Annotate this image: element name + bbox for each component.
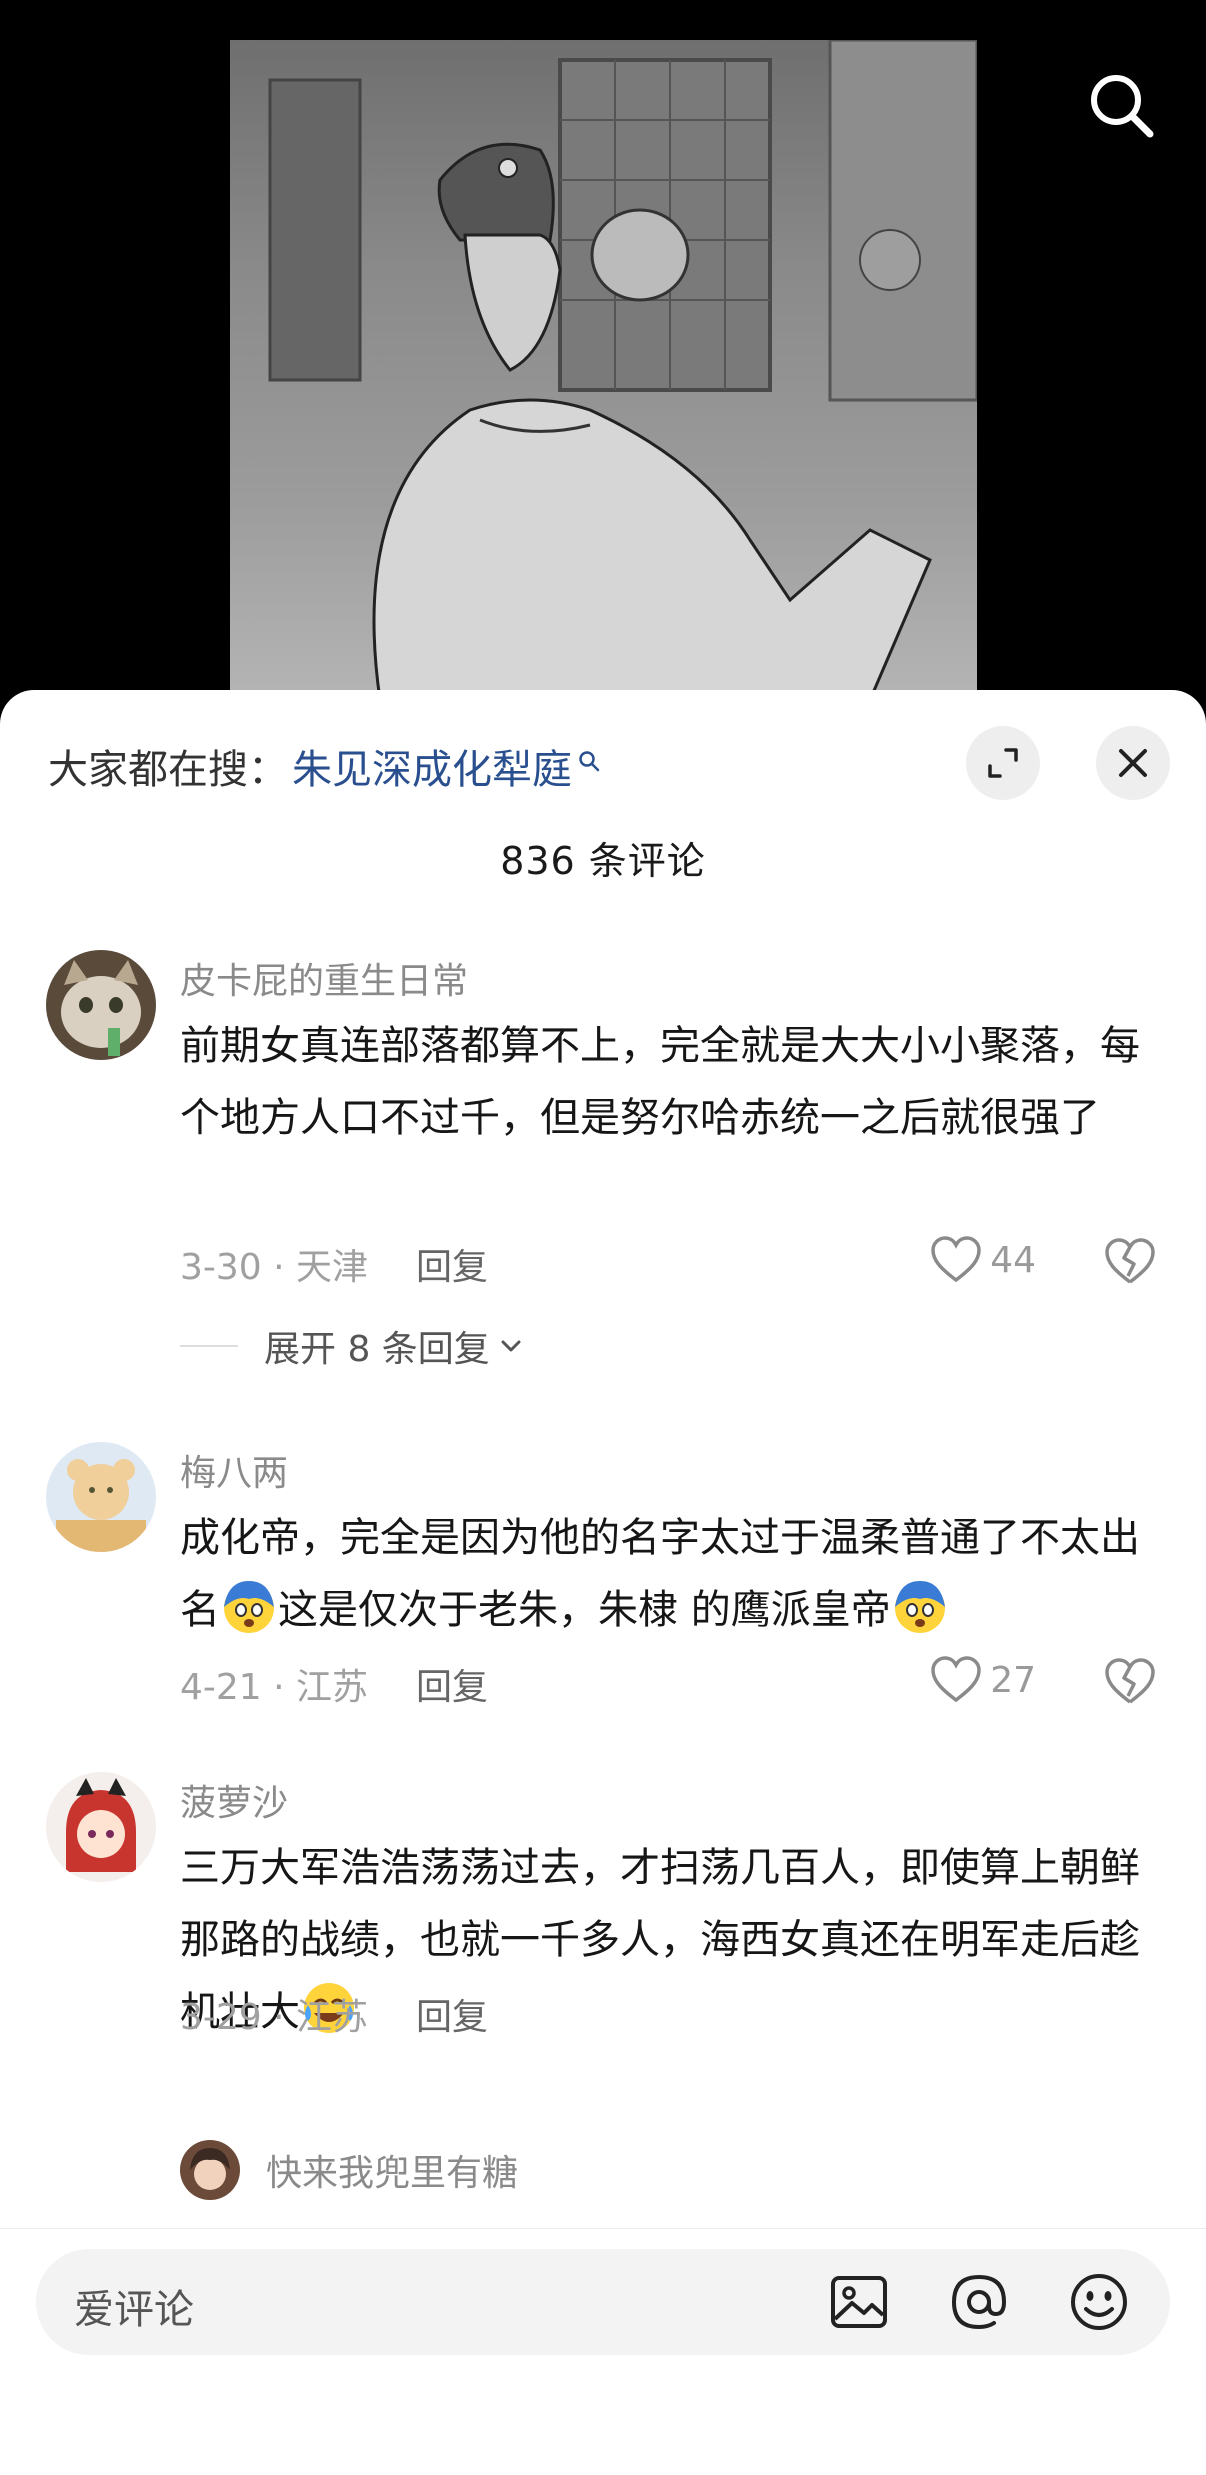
comment-meta: 3-29 · 江苏 回复 xyxy=(180,1988,488,2040)
broken-heart-icon[interactable] xyxy=(1104,1656,1156,1708)
trending-search-hint: 大家都在搜： 朱见深成化犁庭 xyxy=(48,738,600,794)
divider xyxy=(180,1345,238,1347)
reply-button[interactable]: 回复 xyxy=(416,1658,488,1710)
sub-reply-username[interactable]: 快来我兜里有糖 xyxy=(266,2144,518,2196)
video-player[interactable] xyxy=(0,0,1206,700)
comment-count: 836 条评论 xyxy=(500,839,706,883)
comment-input-placeholder: 爱评论 xyxy=(74,2287,194,2333)
chevron-down-icon xyxy=(501,1340,521,1352)
comment-text: 成化帝，完全是因为他的名字太过于温柔普通了不太出名 这是仅次于老朱，朱棣 的鹰派… xyxy=(180,1502,1160,1646)
comment-meta: 3-30 · 天津 回复 xyxy=(180,1238,488,1290)
close-button[interactable] xyxy=(1096,726,1170,800)
trending-search-keyword[interactable]: 朱见深成化犁庭 xyxy=(292,737,572,795)
comment-input[interactable]: 爱评论 xyxy=(36,2249,1170,2355)
video-frame-illustration xyxy=(230,40,977,700)
reply-button[interactable]: 回复 xyxy=(416,1238,488,1290)
expand-button[interactable] xyxy=(966,726,1040,800)
search-icon[interactable] xyxy=(1086,70,1158,142)
broken-heart-icon[interactable] xyxy=(1104,1236,1156,1288)
image-icon[interactable] xyxy=(826,2269,892,2335)
comment-text: 前期女真连部落都算不上，完全就是大大小小聚落，每个地方人口不过千，但是努尔哈赤统… xyxy=(180,1023,1140,1141)
expand-icon xyxy=(988,748,1018,778)
emoji-icon[interactable] xyxy=(1066,2269,1132,2335)
at-icon[interactable] xyxy=(946,2269,1012,2335)
comment-input-bar: 爱评论 xyxy=(0,2228,1206,2475)
comment-date-location: 3-30 · 天津 xyxy=(180,1247,369,1288)
comment-sheet: 大家都在搜： 朱见深成化犁庭 836 条评论 皮卡屁的重生日常 前期女真连部落都… xyxy=(0,690,1206,2475)
sub-reply-item: 快来我兜里有糖 xyxy=(180,2140,518,2200)
like-count: 44 xyxy=(990,1239,1036,1281)
scared-face-emoji-icon xyxy=(224,1581,274,1633)
avatar[interactable] xyxy=(46,950,156,1060)
like-count: 27 xyxy=(990,1659,1036,1701)
comment-username[interactable]: 菠萝沙 xyxy=(180,1774,288,1826)
comment-text-part: 这是仅次于老朱，朱棣 的鹰派皇帝 xyxy=(278,1587,891,1633)
search-hint-prefix: 大家都在搜： xyxy=(48,747,288,793)
small-search-icon xyxy=(578,736,600,782)
heart-icon xyxy=(931,1656,981,1703)
avatar[interactable] xyxy=(180,2140,240,2200)
expand-replies-button[interactable]: 展开 8 条回复 xyxy=(180,1320,526,1372)
comment-date-location: 4-21 · 江苏 xyxy=(180,1667,369,1708)
avatar[interactable] xyxy=(46,1772,156,1882)
scared-face-emoji-icon xyxy=(894,1581,945,1633)
close-icon xyxy=(1119,749,1147,777)
comment-meta: 4-21 · 江苏 回复 xyxy=(180,1658,488,1710)
reply-button[interactable]: 回复 xyxy=(416,1988,488,2040)
avatar[interactable] xyxy=(46,1442,156,1552)
like-button[interactable]: 44 xyxy=(930,1236,1036,1284)
comment-date-location: 3-29 · 江苏 xyxy=(180,1997,369,2038)
expand-replies-label: 展开 8 条回复 xyxy=(264,1329,490,1370)
heart-icon xyxy=(931,1236,981,1283)
comment-username[interactable]: 皮卡屁的重生日常 xyxy=(180,952,468,1004)
comment-username[interactable]: 梅八两 xyxy=(180,1444,288,1496)
like-button[interactable]: 27 xyxy=(930,1656,1036,1704)
